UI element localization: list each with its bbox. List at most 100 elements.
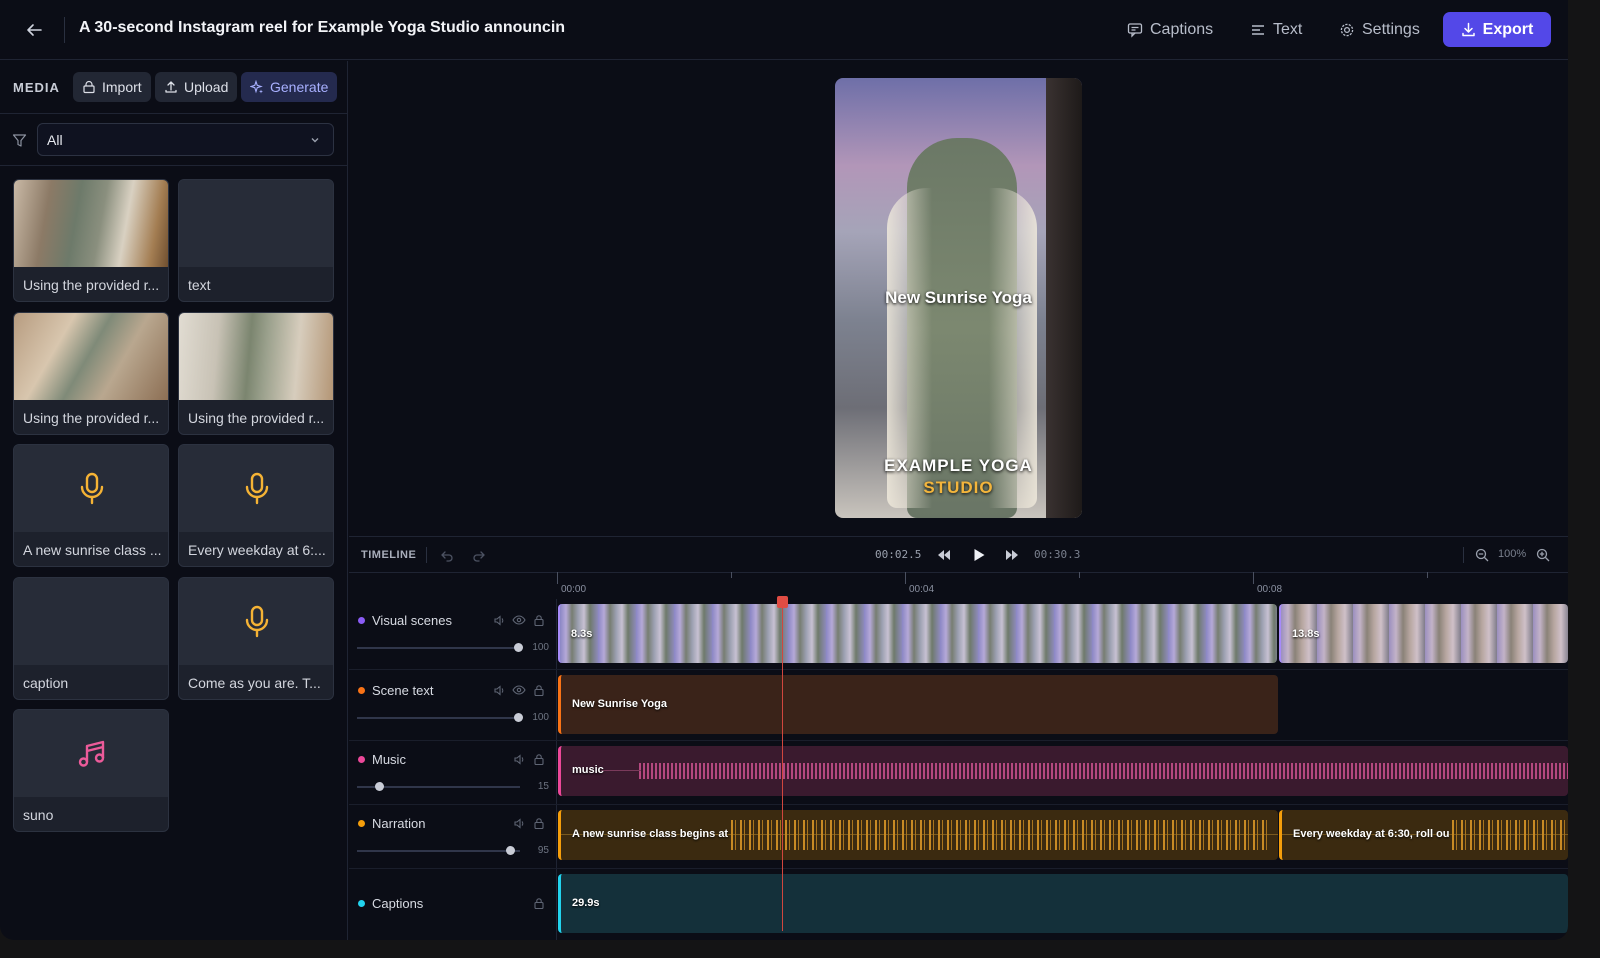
- track-volume-slider[interactable]: [357, 643, 523, 652]
- media-item[interactable]: Using the provided r...: [13, 179, 169, 302]
- text-clip[interactable]: New Sunrise Yoga: [558, 675, 1278, 734]
- lock-icon[interactable]: [532, 896, 546, 910]
- ruler-tick-minor: [1079, 572, 1080, 578]
- fast-forward-icon: [1006, 550, 1018, 560]
- settings-button[interactable]: Settings: [1339, 18, 1420, 42]
- track-color-dot: [358, 687, 365, 694]
- narration-clip[interactable]: Every weekday at 6:30, roll ou: [1279, 810, 1568, 860]
- lock-icon[interactable]: [532, 613, 546, 627]
- ruler-tick-major: [905, 572, 906, 584]
- import-button[interactable]: Import: [73, 72, 151, 102]
- microphone-icon: [245, 605, 269, 637]
- time-ruler[interactable]: 00:00 00:04 00:08: [557, 572, 1568, 599]
- captions-button[interactable]: Captions: [1127, 18, 1213, 42]
- media-item[interactable]: Using the provided r...: [178, 312, 334, 435]
- track-volume-slider[interactable]: [357, 846, 520, 855]
- text-clip-label: New Sunrise Yoga: [572, 698, 667, 710]
- generate-button[interactable]: Generate: [241, 72, 338, 102]
- media-item-caption: text: [179, 267, 333, 301]
- track-volume-slider[interactable]: [357, 713, 523, 722]
- export-button[interactable]: Export: [1443, 12, 1551, 47]
- media-item-caption: Using the provided r...: [14, 267, 168, 301]
- media-item[interactable]: Come as you are. T...: [178, 577, 334, 700]
- music-clip[interactable]: music: [558, 746, 1568, 796]
- download-icon: [1461, 22, 1475, 37]
- captions-button-label: Captions: [1150, 21, 1214, 38]
- eye-icon[interactable]: [512, 683, 526, 697]
- upload-button[interactable]: Upload: [155, 72, 238, 102]
- video-preview[interactable]: New Sunrise Yoga EXAMPLE YOGA STUDIO: [835, 78, 1082, 518]
- text-button-label: Text: [1273, 21, 1303, 38]
- preview-studio-text-line1: EXAMPLE YOGA: [884, 456, 1033, 475]
- media-item[interactable]: Using the provided r...: [13, 312, 169, 435]
- scene-clip[interactable]: 13.8s: [1279, 604, 1568, 663]
- media-heading: MEDIA: [13, 80, 60, 95]
- playhead-handle[interactable]: [777, 596, 788, 608]
- media-item[interactable]: A new sunrise class ...: [13, 444, 169, 567]
- media-filter-select[interactable]: All: [37, 123, 334, 156]
- preview-title-overlay: New Sunrise Yoga: [885, 288, 1032, 307]
- track-name: Narration: [372, 816, 426, 831]
- media-thumbnail-image: [14, 180, 168, 267]
- track-color-dot: [358, 617, 365, 624]
- media-item[interactable]: Every weekday at 6:...: [178, 444, 334, 567]
- ruler-label: 00:00: [561, 584, 587, 595]
- generate-button-label: Generate: [270, 79, 329, 95]
- volume-icon[interactable]: [492, 683, 506, 697]
- media-item[interactable]: caption: [13, 577, 169, 700]
- track-volume-slider[interactable]: [357, 782, 520, 791]
- track-color-dot: [358, 900, 365, 907]
- project-title: A 30-second Instagram reel for Example Y…: [79, 19, 566, 36]
- media-item-caption: Using the provided r...: [179, 400, 333, 434]
- zoom-in-icon: [1536, 548, 1550, 562]
- media-thumbnail-voice: [179, 445, 333, 532]
- narration-clip[interactable]: A new sunrise class begins at: [558, 810, 1278, 860]
- rewind-button[interactable]: [934, 545, 954, 565]
- narration-waveform: [731, 820, 1271, 850]
- slider-knob[interactable]: [375, 782, 385, 791]
- captions-clip[interactable]: 29.9s: [558, 874, 1568, 933]
- playhead-line[interactable]: [782, 599, 783, 931]
- media-thumbnail-voice: [14, 445, 168, 532]
- track-header-scene-text: Scene text 100: [349, 669, 557, 740]
- undo-icon: [441, 551, 453, 562]
- arrow-left-icon: [27, 24, 42, 36]
- slider-knob[interactable]: [514, 713, 523, 722]
- undo-button[interactable]: [437, 545, 457, 565]
- scene-clip[interactable]: 8.3s: [558, 604, 1277, 663]
- media-thumbnail-image: [179, 313, 333, 400]
- ruler-tick-major: [557, 572, 558, 584]
- volume-icon[interactable]: [512, 752, 526, 766]
- volume-icon[interactable]: [492, 613, 506, 627]
- slider-knob[interactable]: [514, 643, 523, 652]
- media-item-caption: Using the provided r...: [14, 400, 168, 434]
- media-item-caption: Every weekday at 6:...: [179, 532, 333, 566]
- media-item[interactable]: text: [178, 179, 334, 302]
- track-header-narration: Narration 95: [349, 804, 557, 868]
- fast-forward-button[interactable]: [1002, 545, 1022, 565]
- lock-icon[interactable]: [532, 816, 546, 830]
- track-color-dot: [358, 756, 365, 763]
- media-item[interactable]: suno: [13, 709, 169, 832]
- current-time: 00:02.5: [875, 548, 922, 561]
- slider-knob[interactable]: [505, 846, 515, 855]
- eye-icon[interactable]: [512, 613, 526, 627]
- lock-icon[interactable]: [532, 683, 546, 697]
- media-thumbnail-music: [14, 710, 168, 797]
- lock-icon[interactable]: [532, 752, 546, 766]
- zoom-out-icon: [1475, 548, 1489, 562]
- track-volume-value: 95: [537, 845, 549, 856]
- narration-clip-label: Every weekday at 6:30, roll ou: [1293, 828, 1450, 840]
- text-button[interactable]: Text: [1250, 18, 1302, 42]
- play-button[interactable]: [969, 545, 989, 565]
- back-button[interactable]: [22, 18, 46, 42]
- zoom-in-button[interactable]: [1533, 545, 1553, 565]
- media-thumbnail-image: [14, 313, 168, 400]
- gear-icon: [1340, 23, 1354, 37]
- media-divider-2: [0, 165, 348, 166]
- track-volume-value: 100: [532, 712, 549, 723]
- redo-button[interactable]: [469, 545, 489, 565]
- captions-clip-label: 29.9s: [572, 897, 600, 909]
- volume-icon[interactable]: [512, 816, 526, 830]
- zoom-out-button[interactable]: [1472, 545, 1492, 565]
